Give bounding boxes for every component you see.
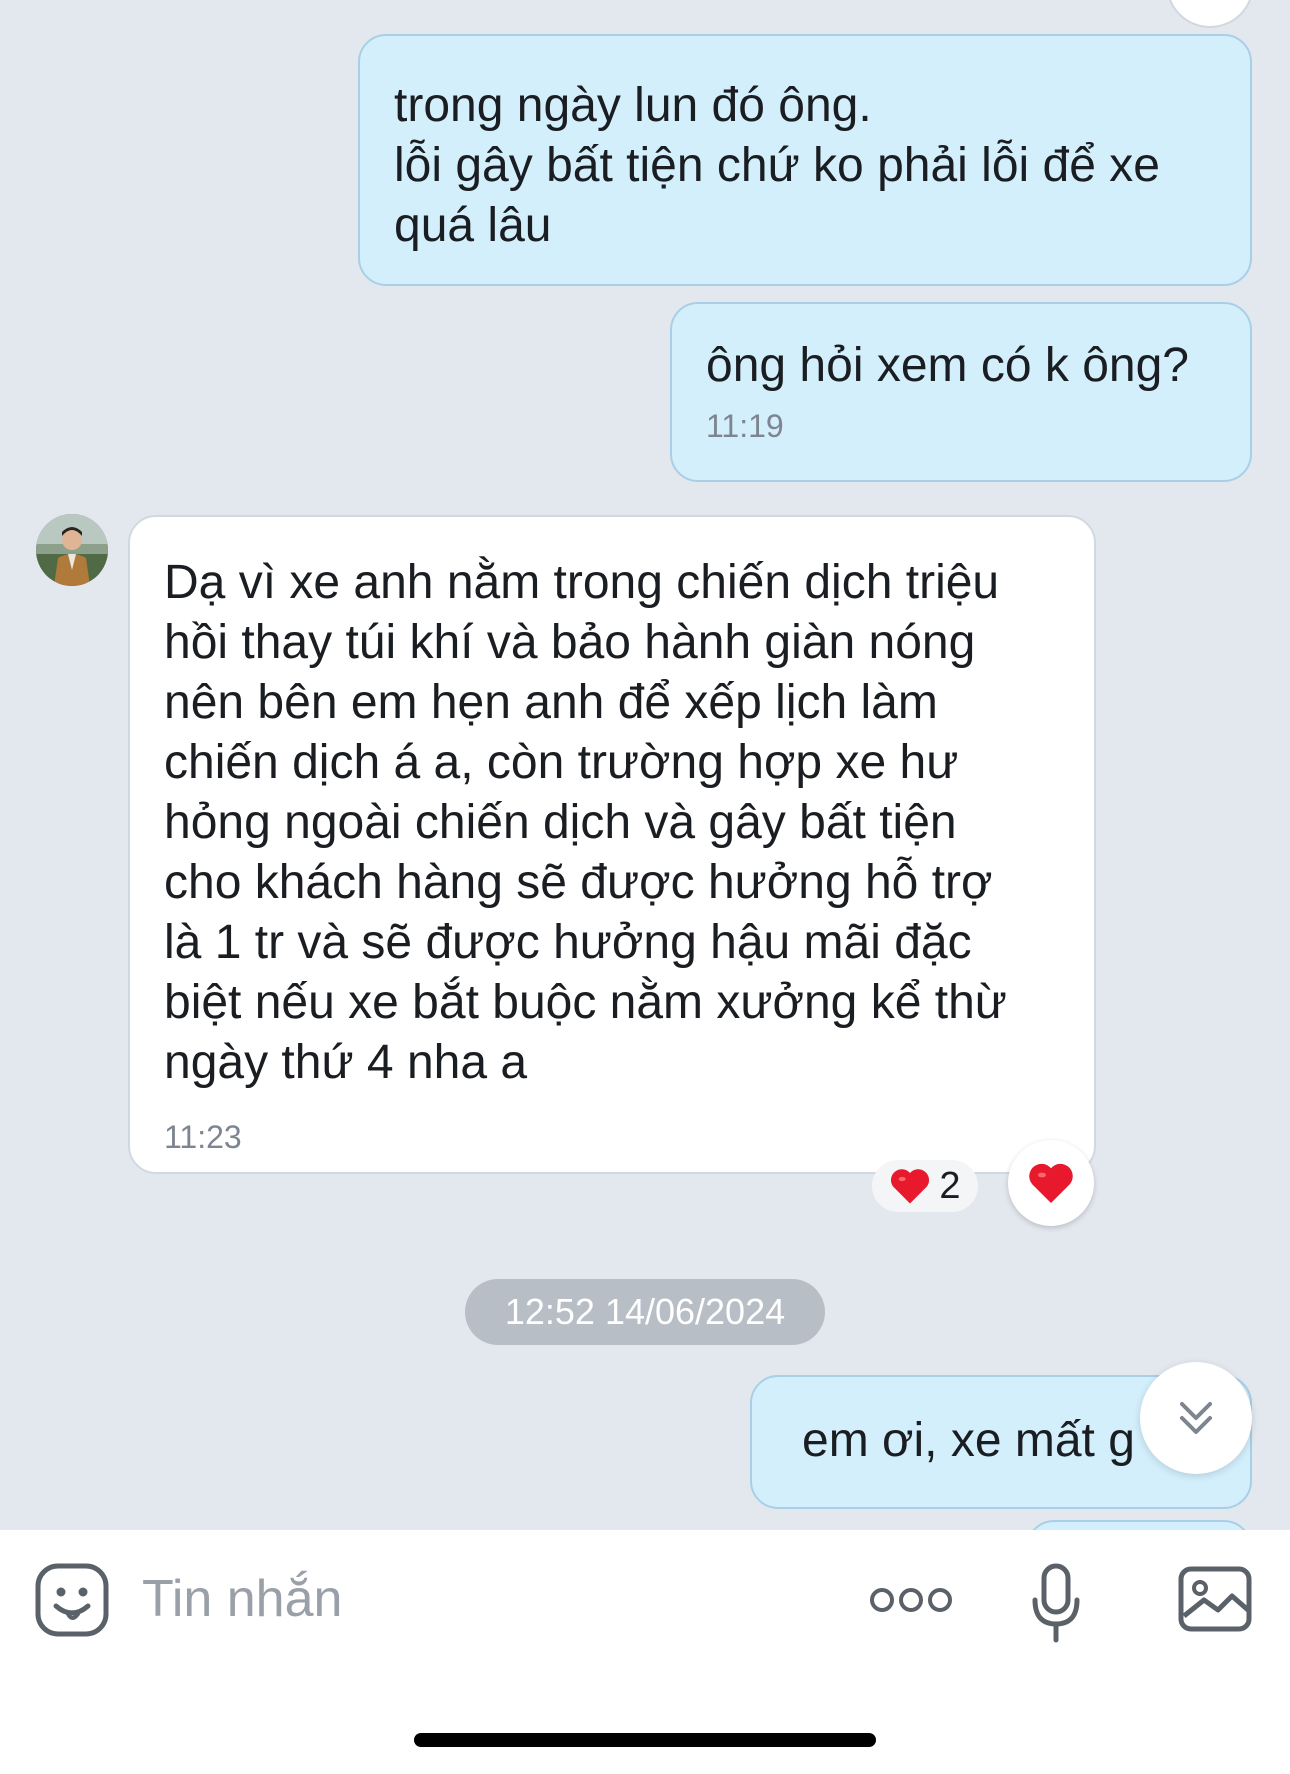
message-text: ông hỏi xem có k ông?: [706, 339, 1189, 392]
date-separator: 12:52 14/06/2024: [465, 1279, 825, 1345]
reaction-summary[interactable]: 2: [872, 1160, 978, 1212]
message-bubble-outgoing[interactable]: [1026, 1520, 1252, 1530]
contact-avatar[interactable]: [36, 514, 108, 586]
more-button[interactable]: [868, 1578, 954, 1622]
avatar-photo: [36, 514, 108, 586]
message-bubble-outgoing[interactable]: trong ngày lun đó ông. lỗi gây bất tiện …: [358, 34, 1252, 286]
image-icon: [1178, 1566, 1252, 1632]
image-button[interactable]: [1178, 1566, 1252, 1632]
message-bubble-incoming[interactable]: Dạ vì xe anh nằm trong chiến dịch triệu …: [128, 515, 1096, 1174]
message-text: trong ngày lun đó ông. lỗi gây bất tiện …: [394, 79, 1160, 252]
message-time: 11:19: [706, 408, 784, 444]
smiley-icon: [35, 1563, 109, 1637]
microphone-icon: [1032, 1563, 1080, 1643]
message-time: 11:23: [164, 1119, 242, 1155]
scroll-to-bottom-button[interactable]: [1140, 1362, 1252, 1474]
message-text: Dạ vì xe anh nằm trong chiến dịch triệu …: [164, 556, 1007, 1089]
emoji-button[interactable]: [34, 1562, 110, 1638]
message-input[interactable]: Tin nhắn: [142, 1563, 342, 1635]
message-bubble-outgoing[interactable]: ông hỏi xem có k ông? 11:19: [670, 302, 1252, 482]
react-button[interactable]: [1008, 1140, 1094, 1226]
double-chevron-down-icon: [1180, 1402, 1212, 1434]
heart-icon: [1029, 1163, 1073, 1203]
reaction-count: 2: [939, 1164, 961, 1207]
more-dots-icon: [870, 1588, 952, 1612]
chat-area[interactable]: trong ngày lun đó ông. lỗi gây bất tiện …: [0, 0, 1290, 1530]
reaction-button-partial[interactable]: [1166, 0, 1254, 28]
home-indicator[interactable]: [414, 1733, 876, 1747]
voice-button[interactable]: [1030, 1562, 1082, 1646]
heart-icon: [891, 1169, 930, 1204]
